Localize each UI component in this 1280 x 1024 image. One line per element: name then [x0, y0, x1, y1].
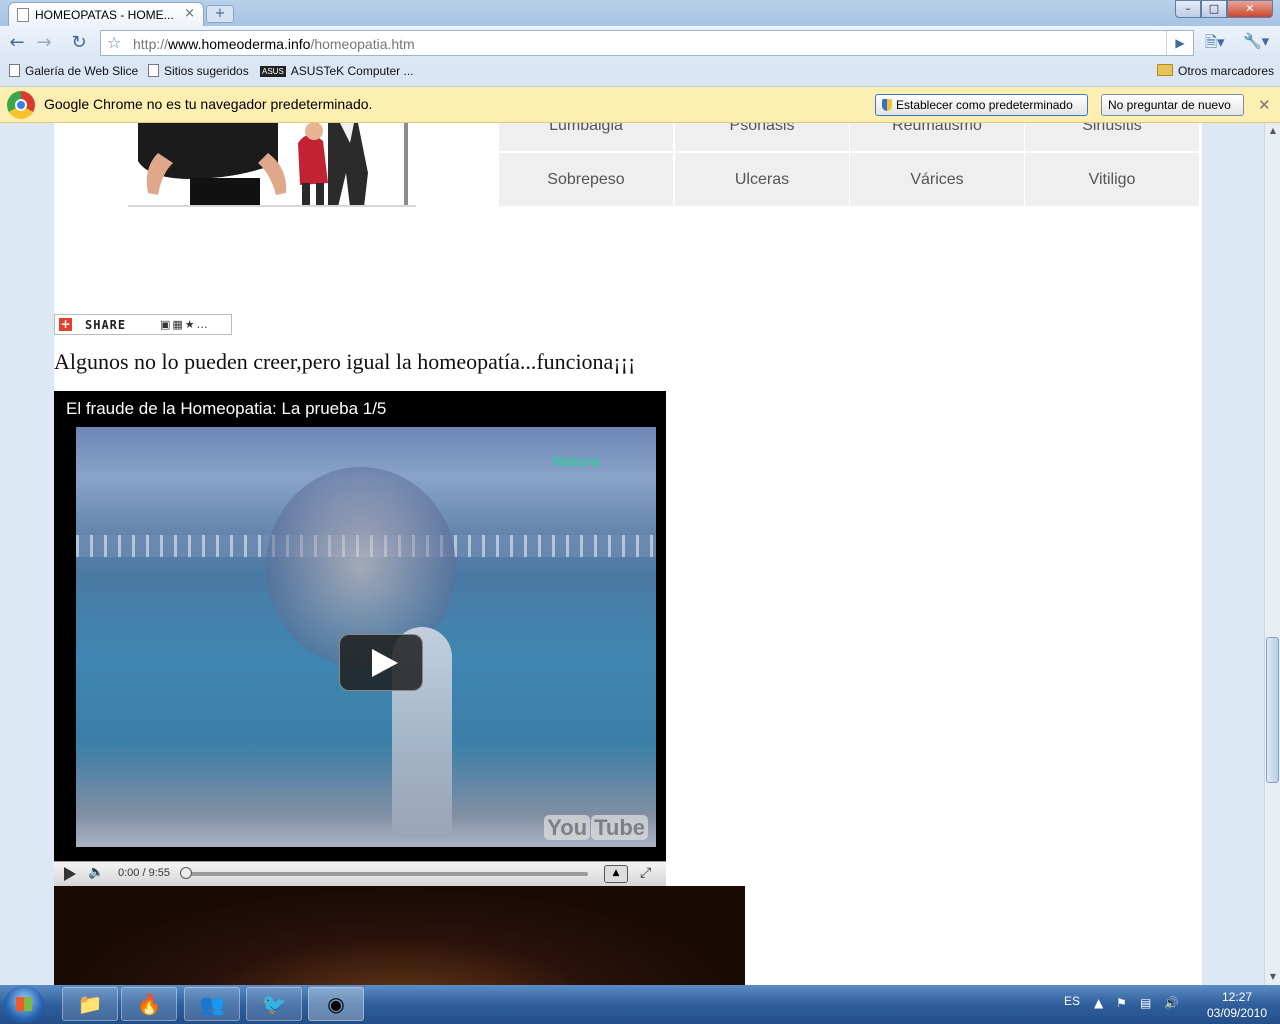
volume-tray-icon[interactable]: 🔊 [1164, 996, 1179, 1010]
page-headline: Algunos no lo pueden creer,pero igual la… [54, 349, 636, 374]
bookmark-asus[interactable]: ASUS ASUSTeK Computer ... [260, 64, 414, 78]
set-default-button[interactable]: Establecer como predeterminado [875, 94, 1088, 116]
clock-time: 12:27 [1221, 990, 1253, 1004]
bookmark-suggested-sites[interactable]: Sitios sugeridos [148, 64, 249, 78]
firefox-task-icon[interactable]: 🔥 [121, 987, 177, 1021]
condition-varices[interactable]: Várices [850, 153, 1024, 206]
network-icon[interactable]: ▤ [1140, 996, 1151, 1010]
system-tray: ES ▲ ⚑ ▤ 🔊 12:27 03/09/2010 [1050, 985, 1280, 1024]
vertical-scrollbar[interactable]: ▲ ▼ [1264, 123, 1280, 985]
maximize-button[interactable]: □ [1201, 0, 1227, 18]
fullscreen-icon[interactable]: ⤢ [640, 865, 651, 881]
family-photo [128, 123, 416, 207]
bookmark-web-slice[interactable]: Galería de Web Slice [9, 64, 138, 78]
progress-knob[interactable] [180, 867, 192, 879]
video-controls: 🔈 0:00 / 9:55 ▲ ⤢ [54, 861, 666, 886]
share-button[interactable]: + SHARE ▣▦★… [54, 314, 232, 335]
browser-toolbar: ← → ↻ ☆ http://www.homeoderma.info/homeo… [0, 26, 1280, 60]
new-tab-button[interactable]: + [206, 5, 234, 23]
back-icon[interactable]: ← [6, 32, 28, 54]
page-icon [17, 8, 29, 22]
bookmark-star-icon[interactable]: ☆ [107, 33, 121, 52]
bird-app-task-icon[interactable]: 🐦 [246, 987, 302, 1021]
explorer-task-icon[interactable]: 📁 [62, 987, 118, 1021]
windows-taskbar: 📁 🔥 👥 🐦 ◉ ES ▲ ⚑ ▤ 🔊 12:27 03/09/2010 [0, 985, 1280, 1024]
share-services-icons: ▣▦★… [160, 318, 210, 331]
browser-tab[interactable]: HOMEOPATAS - HOME... × [8, 2, 204, 26]
play-icon[interactable] [64, 867, 76, 881]
start-button[interactable] [4, 986, 44, 1023]
condition-ulceras[interactable]: Ulceras [675, 153, 849, 206]
shield-icon [882, 99, 892, 111]
wrench-icon[interactable]: 🔧▾ [1243, 32, 1269, 50]
address-bar[interactable]: ☆ http://www.homeoderma.info/homeopatia.… [100, 30, 1194, 56]
system-clock[interactable]: 12:27 03/09/2010 [1202, 989, 1272, 1021]
scroll-down-icon[interactable]: ▼ [1266, 969, 1280, 985]
url-text[interactable]: http://www.homeoderma.info/homeopatia.ht… [133, 36, 415, 52]
infobar-close-icon[interactable]: ✕ [1258, 96, 1271, 114]
condition-reumatismo[interactable]: Reumatismo [850, 123, 1024, 151]
hero-image [128, 123, 416, 207]
bookmarks-bar: Galería de Web Slice Sitios sugeridos AS… [0, 60, 1280, 87]
video-title[interactable]: El fraude de la Homeopatia: La prueba 1/… [66, 399, 386, 419]
video-time: 0:00 / 9:55 [118, 867, 170, 879]
big-play-button[interactable] [339, 634, 423, 691]
messenger-task-icon[interactable]: 👥 [184, 987, 240, 1021]
condition-lumbalgia[interactable]: Lumbalgia [499, 123, 673, 151]
forward-icon[interactable]: → [33, 32, 55, 54]
language-indicator[interactable]: ES [1064, 994, 1080, 1008]
video-frame[interactable]: Natura You Tube [76, 427, 656, 847]
scroll-up-icon[interactable]: ▲ [1266, 123, 1280, 139]
condition-psoriasis[interactable]: Psoriasis [675, 123, 849, 151]
infobar-message: Google Chrome no es tu navegador predete… [44, 96, 373, 112]
condition-vitiligo[interactable]: Vitiligo [1025, 153, 1199, 206]
addthis-plus-icon: + [59, 317, 72, 331]
folder-icon [1157, 64, 1173, 76]
title-bar: HOMEOPATAS - HOME... × + – □ ✕ [0, 0, 1280, 26]
dont-ask-again-button[interactable]: No preguntar de nuevo [1101, 94, 1244, 116]
page-icon [148, 64, 159, 77]
channel-watermark: Natura [552, 453, 600, 470]
action-center-icon[interactable]: ⚑ [1116, 996, 1127, 1010]
show-hidden-icons-icon[interactable]: ▲ [1094, 996, 1103, 1010]
scroll-thumb[interactable] [1266, 637, 1279, 783]
popout-icon[interactable]: ▲ [604, 865, 628, 883]
reload-icon[interactable]: ↻ [68, 32, 90, 54]
youtube-video-player[interactable]: El fraude de la Homeopatia: La prueba 1/… [54, 391, 666, 885]
tab-close-icon[interactable]: × [184, 6, 195, 21]
default-browser-infobar: Google Chrome no es tu navegador predete… [0, 87, 1280, 123]
go-icon[interactable]: ▶ [1166, 31, 1193, 55]
share-label: SHARE [85, 318, 127, 332]
condition-sinusitis[interactable]: Sinusitis [1025, 123, 1199, 151]
other-bookmarks[interactable]: Otros marcadores [1157, 64, 1274, 78]
chrome-logo-icon [7, 91, 35, 119]
page-menu-icon[interactable]: 🗎▾ [1205, 32, 1225, 57]
minimize-button[interactable]: – [1175, 0, 1201, 18]
page-viewport: Lumbalgia Psoriasis Reumatismo Sinusitis… [0, 123, 1264, 985]
second-video-thumbnail[interactable] [54, 886, 745, 985]
tab-title: HOMEOPATAS - HOME... [35, 8, 174, 22]
clock-date: 03/09/2010 [1206, 1006, 1268, 1020]
close-window-button[interactable]: ✕ [1227, 0, 1273, 18]
asus-icon: ASUS [260, 66, 286, 77]
youtube-logo[interactable]: You Tube [543, 815, 648, 841]
condition-sobrepeso[interactable]: Sobrepeso [499, 153, 673, 206]
chrome-task-icon[interactable]: ◉ [308, 987, 364, 1021]
progress-track[interactable] [182, 872, 588, 876]
volume-icon[interactable]: 🔈 [88, 865, 104, 880]
page-icon [9, 64, 20, 77]
